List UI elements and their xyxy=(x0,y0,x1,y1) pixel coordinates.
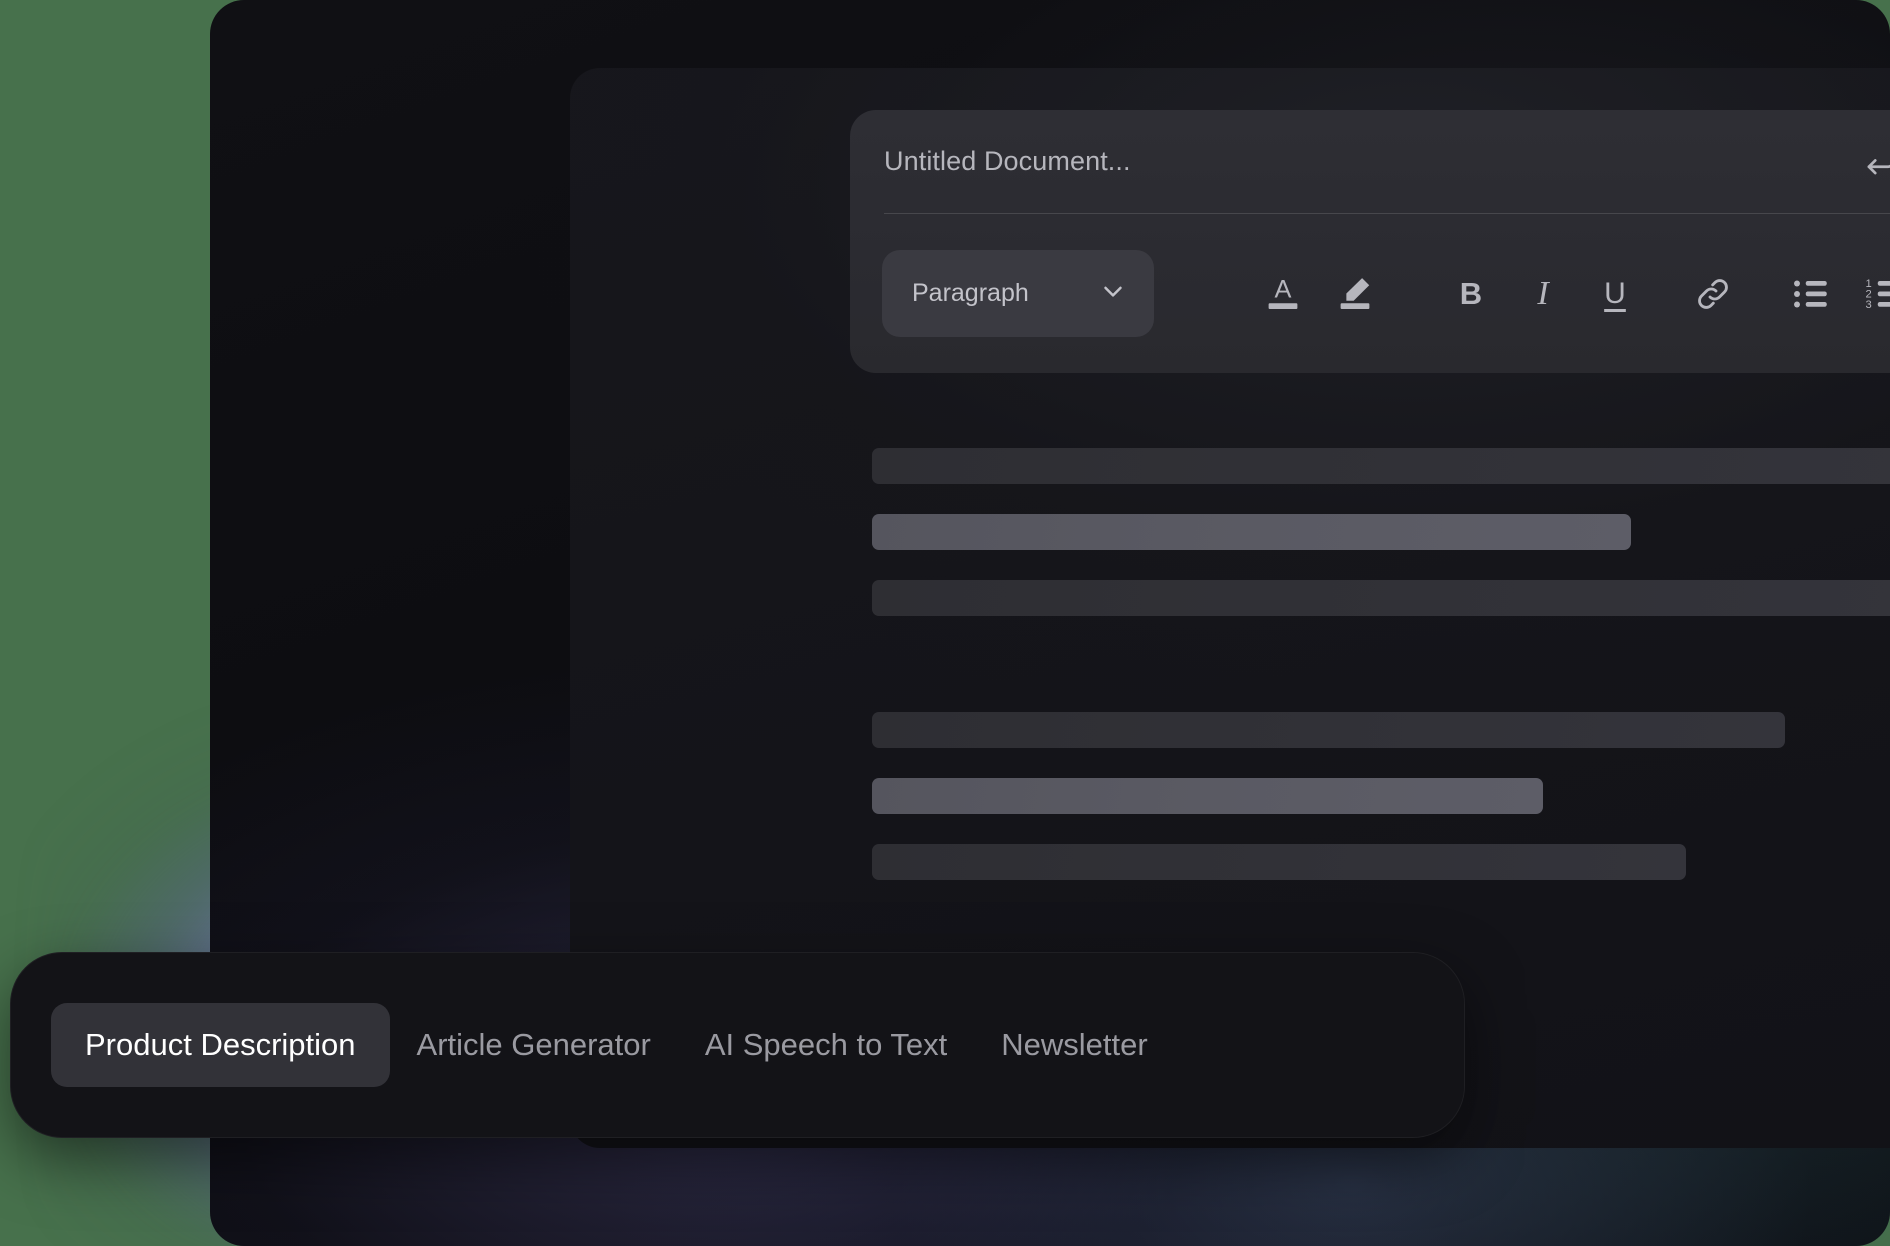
tab-article-generator[interactable]: Article Generator xyxy=(390,1003,678,1087)
highlight-icon[interactable] xyxy=(1332,267,1378,321)
format-tool-group: A B I U 1 2 3 xyxy=(1260,250,1890,337)
italic-label: I xyxy=(1537,274,1549,312)
tabbar-fade-overlay xyxy=(1314,953,1464,1137)
skeleton-line xyxy=(872,580,1890,616)
italic-icon[interactable]: I xyxy=(1520,267,1566,321)
chevron-down-icon xyxy=(1098,276,1128,311)
document-content-skeleton xyxy=(872,448,1890,976)
screenshot-stage: Untitled Document... Paragraph A B I U 1… xyxy=(0,0,1890,1246)
tab-product-description[interactable]: Product Description xyxy=(51,1003,390,1087)
svg-text:3: 3 xyxy=(1866,299,1872,311)
bold-label: B xyxy=(1459,276,1483,311)
svg-text:A: A xyxy=(1275,275,1292,303)
editor-toolbar-card: Untitled Document... Paragraph A B I U 1… xyxy=(850,110,1890,373)
tab-list: Product Description Article Generator AI… xyxy=(51,1003,1175,1087)
bullet-list-icon[interactable] xyxy=(1788,267,1834,321)
block-type-select[interactable]: Paragraph xyxy=(882,250,1154,337)
underline-label: U xyxy=(1604,276,1626,310)
document-title[interactable]: Untitled Document... xyxy=(884,146,1131,177)
skeleton-line xyxy=(872,778,1543,814)
skeleton-group xyxy=(872,712,1890,880)
link-icon[interactable] xyxy=(1690,267,1736,321)
undo-icon[interactable] xyxy=(1860,142,1890,182)
underline-icon[interactable]: U xyxy=(1592,267,1638,321)
block-type-label: Paragraph xyxy=(912,279,1029,307)
skeleton-line xyxy=(872,844,1686,880)
tab-newsletter[interactable]: Newsletter xyxy=(974,1003,1174,1087)
format-row: Paragraph A B I U 1 2 3 xyxy=(850,214,1890,373)
numbered-list-icon[interactable]: 1 2 3 xyxy=(1860,267,1890,321)
text-color-icon[interactable]: A xyxy=(1260,267,1306,321)
tool-tabbar: Product Description Article Generator AI… xyxy=(10,952,1465,1138)
bold-icon[interactable]: B xyxy=(1448,267,1494,321)
skeleton-line xyxy=(872,712,1785,748)
document-title-row: Untitled Document... xyxy=(884,110,1890,213)
title-actions xyxy=(1860,110,1890,213)
skeleton-line xyxy=(872,448,1890,484)
tab-ai-speech-to-text[interactable]: AI Speech to Text xyxy=(678,1003,974,1087)
skeleton-line xyxy=(872,514,1631,550)
skeleton-group xyxy=(872,448,1890,616)
